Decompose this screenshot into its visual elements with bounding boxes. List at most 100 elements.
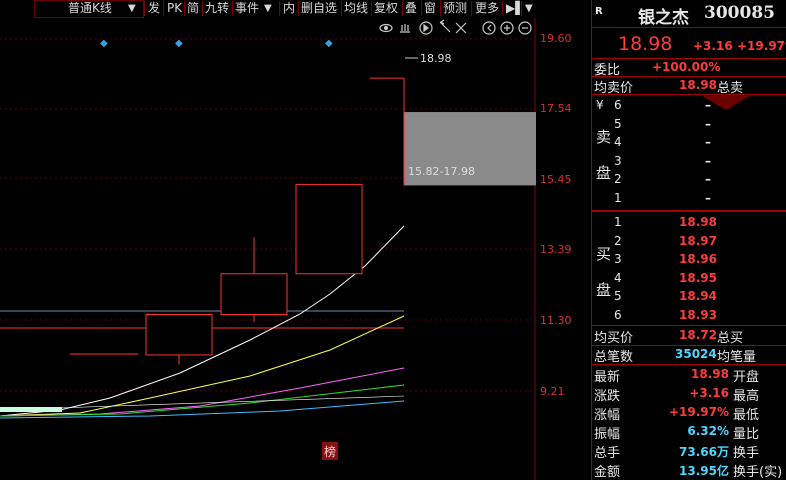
candle-body[interactable] — [145, 314, 213, 356]
stat-label: 涨跌 — [594, 389, 621, 404]
quote-panel: R 银之杰 300085 18.98 +3.16 +19.97% 委比 +100… — [591, 0, 786, 480]
yen-icon: ¥ — [596, 98, 604, 112]
stat-label-2: 换手 — [733, 446, 760, 461]
chevron-down-icon[interactable]: ▼ — [128, 0, 136, 17]
total-trades-value: 35024 — [675, 347, 717, 361]
chart-tools — [379, 19, 532, 35]
buy-level-price[interactable]: 18.98 — [679, 215, 717, 229]
stat-label-2: 最低 — [733, 408, 760, 423]
toolbar-item-forecast[interactable]: 预测 — [443, 0, 467, 17]
chart-toolbar: 普通K线 ▼ 发 PK 简 九转 事件 ▼ 内 删自选 均线 复权 叠 窗 预测… — [0, 0, 590, 18]
eye-pupil-icon — [383, 25, 389, 31]
sell-level-price[interactable]: – — [705, 98, 711, 112]
buy-level-price[interactable]: 18.97 — [679, 234, 717, 248]
stock-name: 银之杰 — [638, 8, 689, 28]
stat-label: 振幅 — [594, 427, 621, 442]
stat-label-2: 换手(实) — [733, 465, 783, 480]
y-axis-label: 9.21 — [540, 385, 565, 398]
toolbar-item-pk[interactable]: PK — [167, 0, 182, 17]
y-axis-label: 19.60 — [540, 32, 572, 45]
candle-body[interactable] — [295, 183, 363, 275]
stat-value: 18.98 — [691, 367, 729, 381]
buy-level-number: 1 — [614, 215, 622, 229]
y-axis-label: 11.30 — [540, 314, 572, 327]
price-change: +3.16 — [693, 39, 733, 53]
stat-value: 6.32% — [687, 424, 729, 438]
avg-buy-label: 均买价 — [594, 331, 634, 346]
sell-level-price[interactable]: – — [705, 154, 711, 168]
avg-buy-value: 18.72 — [679, 328, 717, 342]
chart-gridlines — [0, 18, 536, 480]
toolbar-item-window[interactable]: 窗 — [424, 0, 436, 17]
stat-value: +19.97% — [668, 405, 729, 419]
sell-side-label: 盘 — [596, 164, 612, 182]
stat-label-2: 量比 — [733, 427, 760, 442]
toolbar-item-fa[interactable]: 发 — [148, 0, 160, 17]
y-axis-label: 15.45 — [540, 173, 572, 186]
candle-layer — [145, 77, 536, 365]
buy-side-label: 盘 — [596, 281, 612, 299]
toolbar-item-remove-watch[interactable]: 删自选 — [301, 0, 337, 17]
avg-sell-value: 18.98 — [679, 78, 717, 92]
stat-label: 最新 — [594, 370, 621, 385]
toolbar-item-more[interactable]: 更多 — [475, 0, 499, 17]
toolbar-item-jian[interactable]: 简 — [187, 0, 199, 17]
stat-label: 涨幅 — [594, 408, 621, 423]
stat-label: 总手 — [594, 446, 621, 461]
buy-level-number: 4 — [614, 270, 622, 285]
buy-level-price[interactable]: 18.95 — [679, 271, 717, 285]
buy-level-price[interactable]: 18.96 — [679, 252, 717, 266]
stat-label-2: 最高 — [733, 389, 760, 404]
sell-level-price[interactable]: – — [705, 135, 711, 149]
rank-tag-label: 榜 — [324, 444, 336, 459]
toolbar-item-overlay[interactable]: 叠 — [405, 0, 417, 17]
kline-chart[interactable]: ◆ ◆ ◆ 18.98 15.82-17.98 榜 — [0, 18, 590, 480]
buy-level-number: 3 — [614, 252, 622, 267]
avg-trade-label: 均笔量 — [717, 350, 757, 365]
events-chevron-icon[interactable]: ▼ — [264, 0, 272, 17]
stock-code: 300085 — [704, 3, 775, 23]
toolbar-item-events[interactable]: 事件 — [235, 0, 259, 17]
sell-level-number: 2 — [614, 172, 622, 187]
total-buy-label: 总买 — [717, 331, 744, 346]
event-marker-icon[interactable]: ◆ — [175, 38, 183, 49]
sell-level-number: 5 — [614, 116, 622, 131]
stat-value: 73.66万 — [679, 445, 729, 459]
event-marker-icon[interactable]: ◆ — [100, 38, 108, 49]
sell-level-price[interactable]: – — [705, 117, 711, 131]
y-axis-label: 13.39 — [540, 243, 572, 256]
high-annotation: 18.98 — [420, 52, 452, 65]
toolbar-item-ma[interactable]: 均线 — [344, 0, 368, 17]
candle-body[interactable] — [220, 273, 288, 316]
buy-level-price[interactable]: 18.94 — [679, 289, 717, 303]
stat-value: +3.16 — [689, 386, 729, 400]
event-marker-icon[interactable]: ◆ — [325, 38, 333, 49]
back-icon[interactable] — [482, 21, 496, 35]
sell-side-label: 卖 — [596, 128, 612, 146]
sell-level-number: 3 — [614, 153, 622, 168]
toolbar-item-jiuzhuan[interactable]: 九转 — [205, 0, 229, 17]
toolbar-item-adjust[interactable]: 复权 — [374, 0, 398, 17]
buy-level-number: 6 — [614, 308, 622, 322]
total-trades-label: 总笔数 — [594, 350, 634, 365]
cross-icon[interactable] — [455, 22, 467, 34]
kline-type-label: 普通K线 — [68, 1, 112, 15]
sell-level-price[interactable]: – — [705, 191, 711, 205]
hand-icon[interactable] — [400, 24, 410, 33]
weibi-value: +100.00% — [652, 60, 721, 74]
sell-level-number: 1 — [614, 191, 622, 205]
stat-label-2: 开盘 — [733, 370, 760, 385]
toolbar-chevron-icon[interactable]: ▼ — [525, 0, 533, 17]
price-change-pct: +19.97% — [737, 39, 786, 53]
buy-level-price[interactable]: 18.93 — [679, 308, 717, 322]
stat-label: 金额 — [594, 465, 621, 480]
stat-value: 13.95亿 — [679, 464, 729, 478]
undo-icon[interactable] — [439, 19, 451, 33]
r-badge: R — [595, 6, 603, 17]
range-annotation: 15.82-17.98 — [408, 165, 475, 178]
buy-level-number: 2 — [614, 233, 622, 248]
toolbar-item-nei[interactable]: 内 — [283, 0, 295, 17]
buy-side-label: 买 — [596, 245, 612, 263]
last-price: 18.98 — [618, 33, 673, 55]
sell-level-price[interactable]: – — [705, 172, 711, 186]
